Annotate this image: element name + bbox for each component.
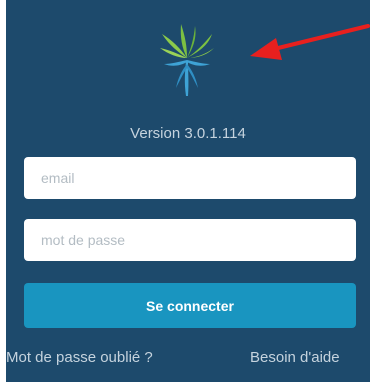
palm-tree-logo-icon bbox=[160, 24, 214, 96]
red-arrow-icon bbox=[250, 24, 370, 60]
email-field[interactable] bbox=[24, 157, 356, 199]
login-panel: Version 3.0.1.114 Se connecter Mot de pa… bbox=[6, 0, 370, 382]
help-link[interactable]: Besoin d'aide bbox=[250, 349, 340, 366]
version-label: Version 3.0.1.114 bbox=[130, 125, 246, 142]
forgot-password-link[interactable]: Mot de passe oublié ? bbox=[6, 349, 153, 366]
password-field[interactable] bbox=[24, 219, 356, 261]
login-button[interactable]: Se connecter bbox=[24, 283, 356, 328]
